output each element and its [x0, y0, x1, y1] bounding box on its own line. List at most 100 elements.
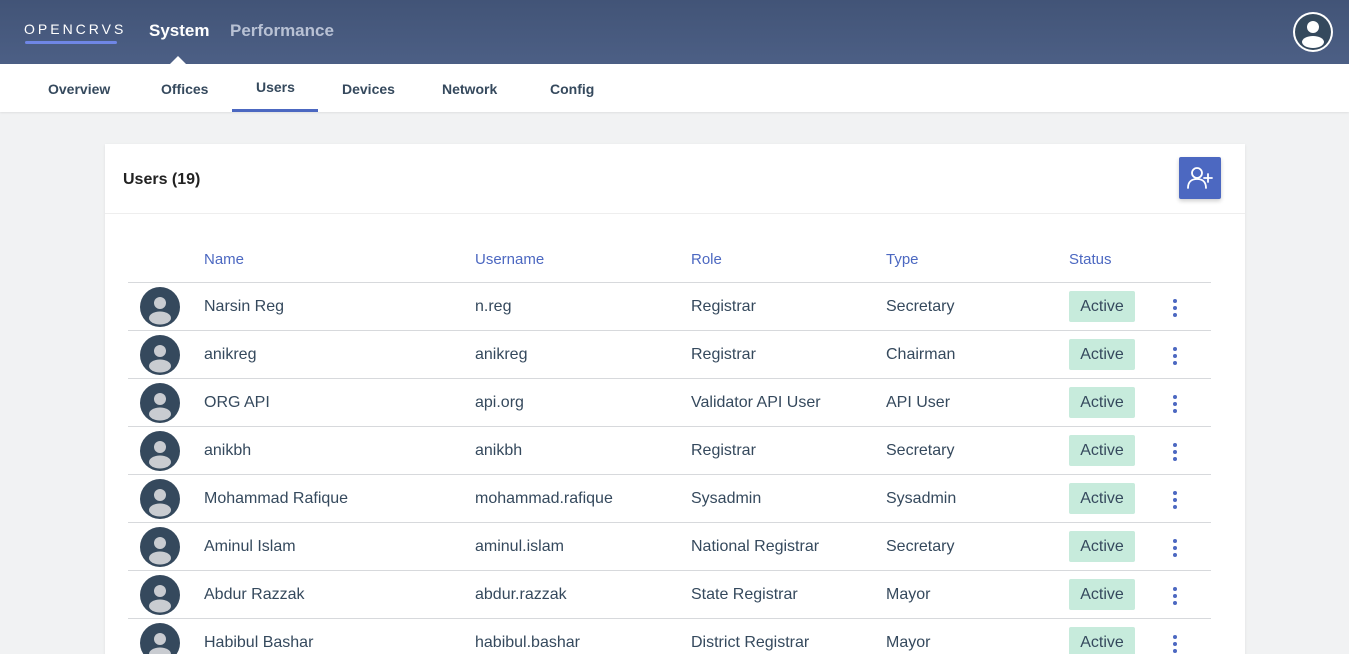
user-username: abdur.razzak — [475, 586, 567, 603]
topnav-system[interactable]: System — [149, 21, 209, 41]
user-username: mohammad.rafique — [475, 490, 613, 507]
user-username: habibul.bashar — [475, 634, 580, 651]
user-avatar-icon — [149, 441, 171, 469]
avatar[interactable] — [140, 623, 180, 654]
kebab-menu-icon — [1173, 539, 1177, 543]
tab-offices[interactable]: Offices — [161, 81, 208, 97]
users-card: Users (19) Name Username Role Type Statu… — [105, 144, 1245, 654]
kebab-dot — [1173, 306, 1177, 310]
user-name[interactable]: Habibul Bashar — [204, 634, 313, 652]
kebab-dot — [1173, 546, 1177, 550]
active-tab-indicator — [232, 109, 318, 112]
add-user-icon — [1187, 167, 1213, 189]
tab-config[interactable]: Config — [550, 81, 594, 97]
kebab-menu-icon — [1173, 347, 1177, 351]
topnav-performance[interactable]: Performance — [230, 21, 334, 41]
row-menu-button[interactable] — [1167, 346, 1183, 366]
row-menu-button[interactable] — [1167, 586, 1183, 606]
row-menu-button[interactable] — [1167, 538, 1183, 558]
user-role: State Registrar — [691, 586, 798, 603]
status-badge: Active — [1069, 339, 1135, 370]
row-menu-button[interactable] — [1167, 634, 1183, 654]
user-role: Validator API User — [691, 394, 821, 411]
user-username: aminul.islam — [475, 538, 564, 555]
column-header-type[interactable]: Type — [886, 251, 919, 268]
table-row[interactable]: anikreg anikreg Registrar Chairman Active — [128, 330, 1211, 378]
tab-users[interactable]: Users — [256, 79, 295, 95]
row-menu-button[interactable] — [1167, 298, 1183, 318]
avatar[interactable] — [140, 287, 180, 327]
column-header-status[interactable]: Status — [1069, 251, 1112, 268]
add-user-button[interactable] — [1179, 157, 1221, 199]
column-header-role[interactable]: Role — [691, 251, 722, 268]
user-name[interactable]: Abdur Razzak — [204, 586, 305, 604]
user-avatar-icon — [149, 393, 171, 421]
avatar[interactable] — [140, 527, 180, 567]
avatar[interactable] — [140, 431, 180, 471]
row-menu-button[interactable] — [1167, 490, 1183, 510]
sub-navigation: Overview Offices Users Devices Network C… — [0, 64, 1349, 112]
kebab-dot — [1173, 313, 1177, 317]
avatar[interactable] — [140, 335, 180, 375]
user-type: Mayor — [886, 586, 931, 603]
kebab-menu-icon — [1173, 635, 1177, 639]
kebab-dot — [1173, 505, 1177, 509]
column-header-username[interactable]: Username — [475, 251, 544, 268]
kebab-dot — [1173, 498, 1177, 502]
user-name[interactable]: anikbh — [204, 442, 251, 460]
user-name[interactable]: anikreg — [204, 346, 256, 364]
user-name[interactable]: Narsin Reg — [204, 298, 284, 316]
kebab-menu-icon — [1173, 299, 1177, 303]
avatar[interactable] — [140, 575, 180, 615]
kebab-dot — [1173, 457, 1177, 461]
kebab-menu-icon — [1173, 587, 1177, 591]
user-avatar-button[interactable] — [1293, 12, 1333, 52]
kebab-menu-icon — [1173, 395, 1177, 399]
table-row[interactable]: anikbh anikbh Registrar Secretary Active — [128, 426, 1211, 474]
status-badge: Active — [1069, 291, 1135, 322]
row-menu-button[interactable] — [1167, 394, 1183, 414]
user-role: District Registrar — [691, 634, 810, 651]
user-role: Sysadmin — [691, 490, 762, 507]
column-header-name[interactable]: Name — [204, 251, 244, 268]
users-table: Narsin Reg n.reg Registrar Secretary Active a… — [128, 282, 1211, 654]
status-badge: Active — [1069, 579, 1135, 610]
user-type: Mayor — [886, 634, 931, 651]
table-row[interactable]: ORG API api.org Validator API User API User… — [128, 378, 1211, 426]
avatar[interactable] — [140, 383, 180, 423]
user-avatar-icon — [149, 537, 171, 565]
status-badge: Active — [1069, 483, 1135, 514]
user-avatar-icon — [149, 345, 171, 373]
user-role: National Registrar — [691, 538, 820, 555]
table-row[interactable]: Habibul Bashar habibul.bashar District Reg… — [128, 618, 1211, 654]
kebab-dot — [1173, 354, 1177, 358]
app-logo[interactable]: OPENCRVS — [24, 21, 126, 37]
user-type: Chairman — [886, 346, 956, 363]
table-row[interactable]: Narsin Reg n.reg Registrar Secretary Active — [128, 282, 1211, 330]
kebab-dot — [1173, 409, 1177, 413]
tab-overview[interactable]: Overview — [48, 81, 110, 97]
user-name[interactable]: Mohammad Rafique — [204, 490, 348, 508]
user-username: api.org — [475, 394, 524, 411]
user-avatar-icon — [1295, 14, 1331, 50]
page-title: Users (19) — [123, 171, 201, 188]
table-row[interactable]: Mohammad Rafique mohammad.rafique Sysadmin… — [128, 474, 1211, 522]
table-row[interactable]: Abdur Razzak abdur.razzak State Registrar M… — [128, 570, 1211, 618]
status-badge: Active — [1069, 531, 1135, 562]
avatar[interactable] — [140, 479, 180, 519]
kebab-dot — [1173, 402, 1177, 406]
logo-underline — [25, 41, 117, 44]
kebab-dot — [1173, 361, 1177, 365]
card-divider — [105, 213, 1245, 214]
user-name[interactable]: ORG API — [204, 394, 270, 412]
user-name[interactable]: Aminul Islam — [204, 538, 296, 556]
table-row[interactable]: Aminul Islam aminul.islam National Registr… — [128, 522, 1211, 570]
kebab-dot — [1173, 601, 1177, 605]
tab-network[interactable]: Network — [442, 81, 497, 97]
top-header: OPENCRVS System Performance — [0, 0, 1349, 64]
row-menu-button[interactable] — [1167, 442, 1183, 462]
tab-devices[interactable]: Devices — [342, 81, 395, 97]
user-avatar-icon — [149, 585, 171, 613]
user-role: Registrar — [691, 442, 756, 459]
kebab-dot — [1173, 594, 1177, 598]
